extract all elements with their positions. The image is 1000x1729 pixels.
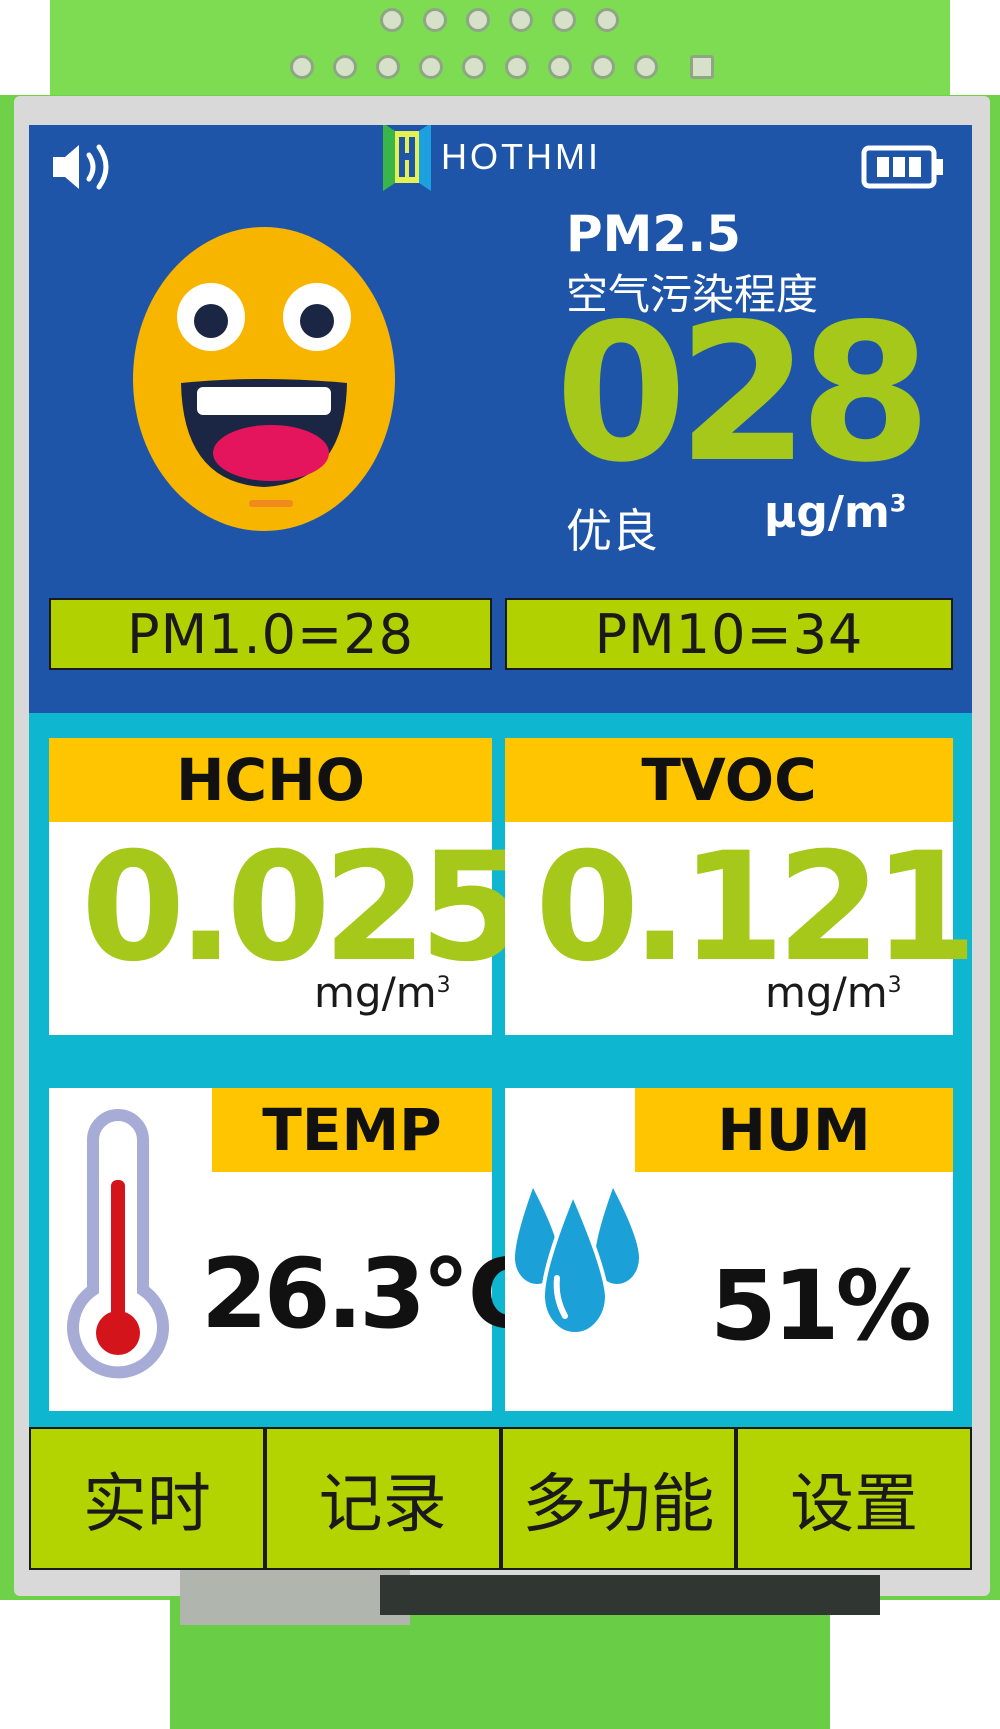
pm1-box: PM1.0=28 [49, 598, 492, 670]
pm25-title: PM2.5 [566, 205, 741, 263]
temp-label: TEMP [262, 1096, 442, 1164]
pin [552, 8, 576, 32]
pin [462, 55, 486, 79]
tvoc-header: TVOC [505, 738, 953, 822]
tvoc-label: TVOC [641, 746, 817, 814]
pcb-notch-left [0, 0, 50, 95]
temp-card: TEMP 26.3℃ [49, 1088, 538, 1411]
pm10-box: PM10=34 [505, 598, 953, 670]
pin [595, 8, 619, 32]
hum-header: HUM [635, 1088, 953, 1172]
pcb-top-strip [50, 0, 950, 95]
hcho-unit: mg/m3 [314, 968, 451, 1017]
pm25-unit-text: μg/m [764, 487, 890, 538]
pin [380, 8, 404, 32]
pin [690, 55, 714, 79]
pin [591, 55, 615, 79]
pin [466, 8, 490, 32]
brand-logo: HOTHMI [381, 125, 601, 197]
nav-realtime-button[interactable]: 实时 [29, 1427, 265, 1570]
pm25-value: 028 [555, 283, 932, 504]
flex-ribbon [180, 1565, 410, 1625]
flex-ribbon-dark [380, 1575, 880, 1615]
bottom-nav: 实时 记录 多功能 设置 [29, 1427, 972, 1570]
pin [333, 55, 357, 79]
pcb-notch-right [950, 0, 1000, 95]
pin [290, 55, 314, 79]
water-drops-icon [515, 1188, 639, 1336]
hcho-unit-text: mg/m [314, 968, 437, 1017]
hum-value: 51% [710, 1250, 932, 1362]
nav-records-button[interactable]: 记录 [264, 1427, 501, 1570]
speaker-icon[interactable] [49, 137, 119, 197]
tvoc-value: 0.121 [535, 821, 972, 995]
hcho-card: HCHO 0.025 mg/m3 [49, 738, 523, 1035]
hcho-value: 0.025 [81, 821, 523, 995]
pin [419, 55, 443, 79]
pin [548, 55, 572, 79]
pm25-unit-sup: 3 [889, 489, 907, 518]
nav-settings-button[interactable]: 设置 [736, 1427, 972, 1570]
pm10-label: PM10=34 [594, 602, 864, 666]
hcho-label: HCHO [176, 746, 365, 814]
hcho-header: HCHO [49, 738, 492, 822]
temp-value: 26.3℃ [201, 1238, 538, 1350]
pm25-unit: μg/m3 [764, 487, 907, 538]
brand-logo-icon [383, 125, 431, 191]
pm25-level: 优良 [566, 504, 658, 558]
pcb-notch-bottom-right [830, 1600, 1000, 1729]
smiley-face-icon [133, 227, 395, 531]
pin [634, 55, 658, 79]
pin [505, 55, 529, 79]
brand-name: HOTHMI [441, 136, 601, 177]
lcd-screen: HOTHMI PM2.5 空气污染程度 028 优良 μg/m3 PM1.0=2… [29, 125, 972, 1570]
tvoc-unit: mg/m3 [765, 968, 902, 1017]
tvoc-unit-text: mg/m [765, 968, 888, 1017]
pin [509, 8, 533, 32]
tvoc-card: TVOC 0.121 mg/m3 [505, 738, 972, 1035]
pin [376, 55, 400, 79]
pin [423, 8, 447, 32]
battery-icon [861, 145, 943, 189]
pm1-label: PM1.0=28 [127, 602, 414, 666]
hum-label: HUM [717, 1096, 871, 1164]
hum-card: HUM 51% [505, 1088, 953, 1411]
tvoc-unit-sup: 3 [887, 973, 902, 998]
thermometer-icon [67, 1109, 169, 1379]
temp-header: TEMP [212, 1088, 492, 1172]
hcho-unit-sup: 3 [436, 973, 451, 998]
nav-multifunction-button[interactable]: 多功能 [500, 1427, 737, 1570]
pcb-notch-bottom-left [0, 1600, 170, 1729]
